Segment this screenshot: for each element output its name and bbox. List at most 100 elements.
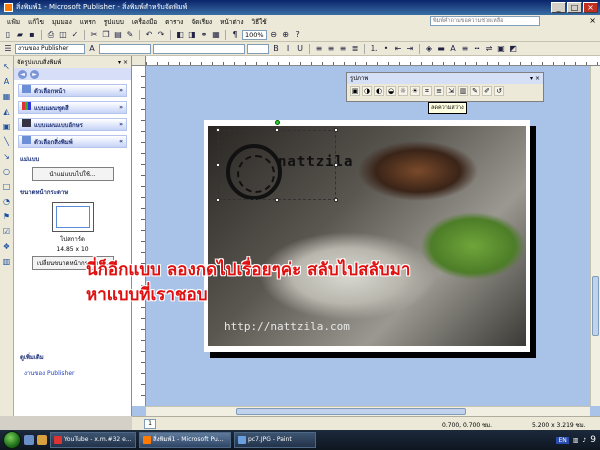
- color-icon[interactable]: ◑: [362, 86, 372, 96]
- text-wrapping-icon[interactable]: ▥: [458, 86, 468, 96]
- align-left-icon[interactable]: ≡: [314, 44, 324, 54]
- menu-edit[interactable]: แก้ไข: [24, 17, 48, 27]
- section-publication-options[interactable]: ตัวเลือกสิ่งพิมพ์ «: [18, 135, 127, 148]
- page-navigator[interactable]: 1: [144, 419, 156, 429]
- menu-view[interactable]: มุมมอง: [48, 17, 76, 27]
- bullets-icon[interactable]: •: [381, 44, 391, 54]
- document-close-icon[interactable]: ×: [589, 16, 596, 25]
- resize-handle[interactable]: [216, 198, 220, 202]
- select-objects-icon[interactable]: ↖: [2, 62, 12, 72]
- increase-indent-icon[interactable]: ⇥: [405, 44, 415, 54]
- collapse-icon[interactable]: «: [119, 138, 123, 145]
- picture-frame-icon[interactable]: ▣: [2, 122, 12, 132]
- paper-size-thumbnail[interactable]: [51, 202, 94, 232]
- bring-forward-icon[interactable]: ◧: [175, 30, 185, 40]
- expand-icon[interactable]: »: [119, 121, 123, 128]
- expand-icon[interactable]: »: [119, 104, 123, 111]
- line-style-icon[interactable]: ≡: [460, 44, 470, 54]
- minimize-button[interactable]: _: [551, 2, 566, 13]
- 3d-style-icon[interactable]: ◩: [508, 44, 518, 54]
- compress-icon[interactable]: ⇲: [446, 86, 456, 96]
- back-icon[interactable]: ◄: [18, 69, 27, 79]
- autoshapes-icon[interactable]: ◔: [2, 197, 12, 207]
- bold-icon[interactable]: B: [271, 44, 281, 54]
- volume-icon[interactable]: ♪: [582, 437, 586, 444]
- hot-spot-icon[interactable]: ⚑: [2, 212, 12, 222]
- insert-hyperlink-icon[interactable]: ⚭: [199, 30, 209, 40]
- design-gallery-icon[interactable]: ❖: [2, 242, 12, 252]
- less-contrast-icon[interactable]: ◒: [386, 86, 396, 96]
- oval-icon[interactable]: ○: [2, 167, 12, 177]
- forward-icon[interactable]: ►: [30, 69, 39, 79]
- rectangle-icon[interactable]: □: [2, 182, 12, 192]
- taskbar-item-youtube[interactable]: YouTube - x.m.#32 e...: [50, 432, 136, 448]
- font-combo[interactable]: [153, 43, 245, 54]
- vertical-ruler[interactable]: [132, 66, 146, 406]
- styles-icon[interactable]: A: [87, 44, 97, 54]
- horizontal-scroll-thumb[interactable]: [236, 408, 466, 415]
- horizontal-ruler[interactable]: [146, 56, 600, 66]
- more-brightness-icon[interactable]: ☼: [398, 86, 408, 96]
- expand-icon[interactable]: »: [119, 87, 123, 94]
- resize-handle[interactable]: [334, 163, 338, 167]
- menu-format[interactable]: รูปแบบ: [100, 17, 128, 27]
- resize-handle[interactable]: [334, 128, 338, 132]
- language-indicator[interactable]: EN: [556, 436, 569, 444]
- zoom-out-icon[interactable]: ⊖: [269, 30, 279, 40]
- menu-insert[interactable]: แทรก: [76, 17, 100, 27]
- picture-toolbar-close-icon[interactable]: ▾ ×: [530, 73, 540, 84]
- undo-icon[interactable]: ↶: [144, 30, 154, 40]
- arrow-icon[interactable]: ↘: [2, 152, 12, 162]
- close-button[interactable]: ×: [583, 2, 598, 13]
- align-right-icon[interactable]: ≡: [338, 44, 348, 54]
- redo-icon[interactable]: ↷: [156, 30, 166, 40]
- font-color-icon[interactable]: A: [448, 44, 458, 54]
- help-icon[interactable]: ?: [293, 30, 303, 40]
- horizontal-scrollbar[interactable]: [146, 406, 590, 416]
- text-box-icon[interactable]: A: [2, 77, 12, 87]
- format-painter-icon[interactable]: ✎: [125, 30, 135, 40]
- crop-icon[interactable]: ⌗: [422, 86, 432, 96]
- font-size-combo[interactable]: [247, 43, 269, 54]
- change-template-button[interactable]: นำแม่แบบไปใช้...: [31, 167, 114, 181]
- quick-launch-icon[interactable]: [37, 435, 47, 445]
- wordart-icon[interactable]: ◭: [2, 107, 12, 117]
- reset-picture-icon[interactable]: ↺: [494, 86, 504, 96]
- maximize-button[interactable]: □: [567, 2, 582, 13]
- publisher-tasks-link[interactable]: งานของ Publisher: [24, 368, 75, 378]
- resize-handle[interactable]: [216, 128, 220, 132]
- resize-handle[interactable]: [334, 198, 338, 202]
- cut-icon[interactable]: ✂: [89, 30, 99, 40]
- decrease-indent-icon[interactable]: ⇤: [393, 44, 403, 54]
- format-picture-icon[interactable]: ✎: [470, 86, 480, 96]
- paste-icon[interactable]: ▤: [113, 30, 123, 40]
- task-pane-combo[interactable]: งานของ Publisher: [15, 43, 85, 54]
- menu-tools[interactable]: เครื่องมือ: [128, 17, 161, 27]
- taskbar-item-paint[interactable]: pc7.JPG - Paint: [234, 432, 316, 448]
- line-style-icon[interactable]: ≡: [434, 86, 444, 96]
- dash-style-icon[interactable]: ┅: [472, 44, 482, 54]
- menu-arrange[interactable]: จัดเรียง: [187, 17, 216, 27]
- ruler-corner[interactable]: [132, 56, 146, 66]
- menu-file[interactable]: แฟ้ม: [3, 17, 24, 27]
- insert-table-icon[interactable]: ▦: [2, 92, 12, 102]
- line-color-icon[interactable]: ▬: [436, 44, 446, 54]
- section-page-options[interactable]: ตัวเลือกหน้า »: [18, 84, 127, 97]
- section-font-schemes[interactable]: แบบแผนแบบอักษร »: [18, 118, 127, 131]
- resize-handle[interactable]: [216, 163, 220, 167]
- send-backward-icon[interactable]: ◨: [187, 30, 197, 40]
- section-color-schemes[interactable]: แบบแผนชุดสี »: [18, 101, 127, 114]
- rotate-handle[interactable]: [275, 120, 280, 125]
- network-icon[interactable]: ▥: [573, 437, 579, 444]
- underline-icon[interactable]: U: [295, 44, 305, 54]
- menu-help[interactable]: วิธีใช้: [248, 17, 271, 27]
- clock[interactable]: 9: [590, 435, 596, 445]
- save-icon[interactable]: ▪: [27, 30, 37, 40]
- numbering-icon[interactable]: ⒈: [369, 44, 379, 54]
- less-brightness-icon[interactable]: ☀: [410, 86, 420, 96]
- vertical-scroll-thumb[interactable]: [592, 276, 599, 336]
- vertical-scrollbar[interactable]: [590, 66, 600, 406]
- set-transparent-color-icon[interactable]: ✐: [482, 86, 492, 96]
- arrow-style-icon[interactable]: ⇌: [484, 44, 494, 54]
- start-button[interactable]: [3, 431, 21, 449]
